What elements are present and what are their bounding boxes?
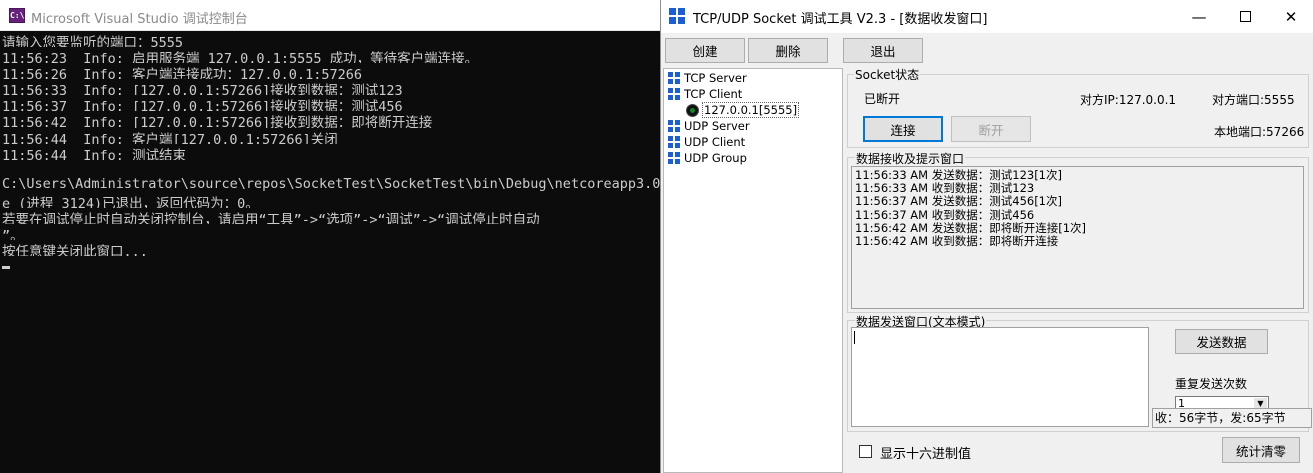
tree-item-udp-server[interactable]: UDP Server bbox=[668, 118, 750, 134]
tree-item-connection[interactable]: 127.0.0.1[5555] bbox=[686, 102, 800, 118]
console-line: 11:56:26 Info: 客户端连接成功：127.0.0.1:57266 bbox=[2, 67, 362, 80]
socket-tool-icon bbox=[669, 8, 686, 25]
maximize-icon[interactable] bbox=[1222, 0, 1268, 33]
console-line: 11:56:23 Info: 启用服务端 127.0.0.1:5555 成功，等… bbox=[2, 51, 479, 64]
send-text-input[interactable] bbox=[851, 327, 1149, 427]
text-caret bbox=[854, 331, 855, 344]
console-line: 11:56:33 Info: [127.0.0.1:57266]接收到数据：测试… bbox=[2, 83, 403, 96]
console-line: 11:56:44 Info: 测试结束 bbox=[2, 147, 187, 160]
log-line: 11:56:37 AM 发送数据：测试456[1次] bbox=[855, 194, 1062, 209]
receive-log[interactable]: 11:56:33 AM 发送数据：测试123[1次] 11:56:33 AM 收… bbox=[851, 166, 1304, 309]
connect-button[interactable]: 连接 bbox=[863, 116, 943, 142]
hex-display-label: 显示十六进制值 bbox=[880, 447, 972, 462]
console-line: 按任意键关闭此窗口... bbox=[2, 244, 148, 257]
send-data-button[interactable]: 发送数据 bbox=[1175, 329, 1268, 354]
tree-item-udp-group[interactable]: UDP Group bbox=[668, 150, 747, 166]
console-line: 11:56:42 Info: [127.0.0.1:57266]接收到数据：即将… bbox=[2, 115, 433, 128]
log-line: 11:56:42 AM 发送数据：即将断开连接[1次] bbox=[855, 220, 1087, 235]
console-line: 11:56:44 Info: 客户端[127.0.0.1:57266]关闭 bbox=[2, 131, 338, 144]
receive-title: 数据接收及提示窗口 bbox=[855, 150, 966, 167]
console-line: 请输入您要监听的端口：5555 bbox=[2, 35, 184, 48]
tree-item-label: UDP Group bbox=[684, 151, 747, 165]
console-window: C:\ Microsoft Visual Studio 调试控制台 请输入您要监… bbox=[0, 0, 660, 473]
socket-status-title: Socket状态 bbox=[854, 66, 921, 83]
console-titlebar[interactable]: C:\ Microsoft Visual Studio 调试控制台 bbox=[0, 0, 660, 31]
grid-icon bbox=[668, 88, 680, 100]
console-cursor bbox=[2, 266, 10, 269]
grid-icon bbox=[668, 120, 680, 132]
console-line: 若要在调试停止时自动关闭控制台，请启用“工具”->“选项”->“调试”->“调试… bbox=[2, 212, 540, 225]
log-line: 11:56:42 AM 收到数据：即将断开连接 bbox=[855, 233, 1059, 248]
close-icon[interactable]: ✕ bbox=[1268, 0, 1313, 33]
tree-item-udp-client[interactable]: UDP Client bbox=[668, 134, 745, 150]
console-line: 11:56:37 Info: [127.0.0.1:57266]接收到数据：测试… bbox=[2, 99, 403, 112]
connection-status-icon bbox=[686, 103, 699, 117]
byte-stats: 收：56字节，发:65字节 bbox=[1152, 408, 1312, 428]
tree-item-label: UDP Client bbox=[684, 135, 746, 149]
log-line: 11:56:37 AM 收到数据：测试456 bbox=[855, 207, 1035, 222]
minimize-icon[interactable]: — bbox=[1176, 0, 1222, 33]
disconnect-button[interactable]: 断开 bbox=[951, 116, 1031, 142]
exit-button[interactable]: 退出 bbox=[843, 38, 923, 63]
create-button[interactable]: 创建 bbox=[665, 38, 745, 63]
reset-stats-button[interactable]: 统计清零 bbox=[1222, 437, 1300, 463]
console-line: ”。 bbox=[2, 228, 24, 241]
delete-button[interactable]: 删除 bbox=[748, 38, 828, 63]
tree-item-label: TCP Client bbox=[684, 87, 743, 101]
tree-item-label: TCP Server bbox=[684, 71, 747, 85]
peer-port: 对方端口:5555 bbox=[1212, 93, 1295, 107]
tree-item-tcp-server[interactable]: TCP Server bbox=[668, 70, 747, 86]
peer-ip: 对方IP:127.0.0.1 bbox=[1080, 93, 1177, 107]
socket-state: 已断开 bbox=[864, 92, 901, 106]
tree-item-label: 127.0.0.1[5555] bbox=[702, 102, 800, 118]
tool-title: TCP/UDP Socket 调试工具 V2.3 - [数据收发窗口] bbox=[693, 12, 988, 27]
hex-display-checkbox[interactable] bbox=[859, 445, 872, 458]
console-line: e (进程 3124)已退出，返回代码为：0。 bbox=[2, 195, 259, 209]
socket-tree[interactable]: TCP Server TCP Client 127.0.0.1[5555] UD… bbox=[663, 68, 843, 473]
console-line: C:\Users\Administrator\source\repos\Sock… bbox=[2, 175, 660, 192]
tree-item-label: UDP Server bbox=[684, 119, 750, 133]
grid-icon bbox=[668, 136, 680, 148]
tree-item-tcp-client[interactable]: TCP Client bbox=[668, 86, 742, 102]
grid-icon bbox=[668, 72, 680, 84]
repeat-count-label: 重复发送次数 bbox=[1175, 377, 1248, 391]
tool-titlebar[interactable]: TCP/UDP Socket 调试工具 V2.3 - [数据收发窗口] — ✕ bbox=[661, 0, 1313, 33]
console-output[interactable]: 请输入您要监听的端口：5555 11:56:23 Info: 启用服务端 127… bbox=[2, 31, 660, 473]
console-title: Microsoft Visual Studio 调试控制台 bbox=[31, 12, 248, 27]
local-port: 本地端口:57266 bbox=[1214, 125, 1305, 139]
grid-icon bbox=[668, 152, 680, 164]
visual-studio-icon: C:\ bbox=[9, 8, 25, 23]
